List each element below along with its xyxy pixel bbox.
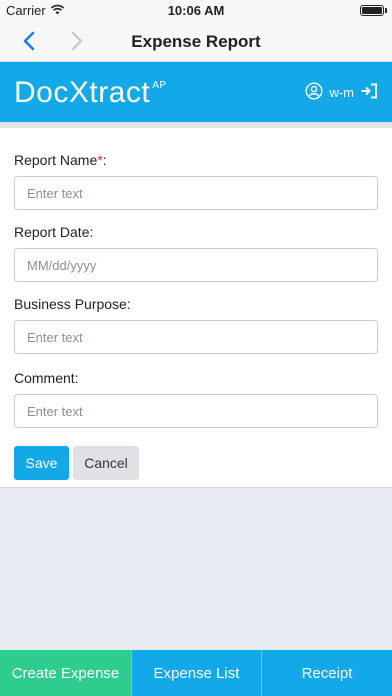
logo-text: DocXtract — [14, 76, 151, 109]
app-header: DocXtract AP w-m — [0, 62, 392, 122]
user-circle-icon[interactable] — [305, 82, 323, 103]
save-button[interactable]: Save — [14, 446, 69, 480]
status-bar: Carrier 10:06 AM — [0, 0, 392, 20]
report-name-label: Report Name*: — [14, 152, 107, 168]
tab-receipt[interactable]: Receipt — [261, 650, 392, 696]
comment-input[interactable] — [14, 394, 378, 428]
report-date-label: Report Date: — [14, 224, 94, 240]
business-purpose-input[interactable] — [14, 320, 378, 354]
logo-superscript: AP — [152, 80, 167, 91]
battery-icon — [360, 5, 384, 16]
nav-bar: Expense Report — [0, 20, 392, 62]
cancel-button[interactable]: Cancel — [73, 446, 139, 480]
status-time: 10:06 AM — [167, 3, 225, 18]
bottom-tab-bar: Create Expense Expense List Receipt — [0, 650, 392, 696]
business-purpose-label: Business Purpose: — [14, 296, 131, 312]
tab-create-expense[interactable]: Create Expense — [0, 650, 131, 696]
username-label[interactable]: w-m — [329, 85, 354, 100]
page-title: Expense Report — [131, 32, 261, 51]
report-name-input[interactable] — [14, 176, 378, 210]
sign-out-icon[interactable] — [360, 83, 378, 102]
user-area: w-m — [305, 82, 378, 103]
comment-label: Comment: — [14, 370, 79, 386]
report-date-input[interactable] — [14, 248, 378, 282]
expense-report-form: Report Name*: Report Date: Business Purp… — [0, 122, 392, 488]
battery-level — [362, 7, 382, 14]
report-name-label-text: Report Name — [14, 152, 98, 168]
battery-tip — [385, 8, 387, 13]
report-name-label-suffix: : — [102, 152, 107, 168]
docxtract-logo: DocXtract AP — [14, 76, 167, 110]
tab-expense-list[interactable]: Expense List — [131, 650, 261, 696]
